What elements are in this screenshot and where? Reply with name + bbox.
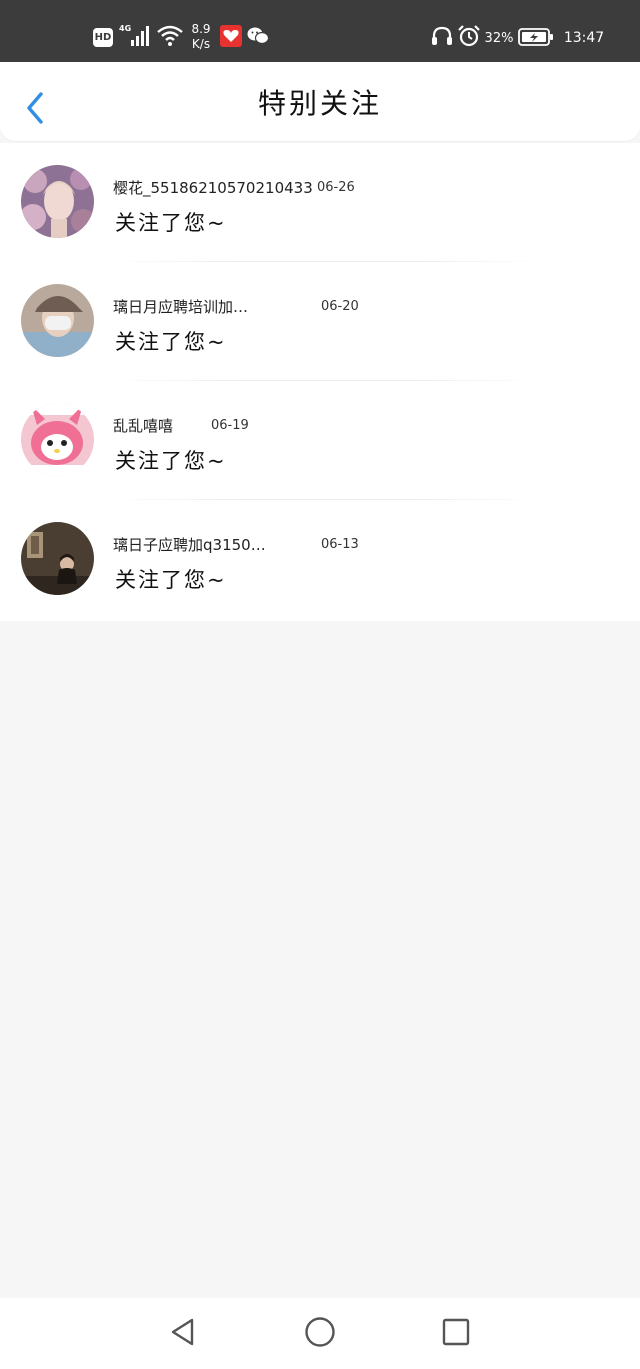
list-item-message: 关注了您~ — [115, 449, 227, 473]
chevron-left-icon — [27, 92, 43, 124]
list-item-message: 关注了您~ — [115, 211, 227, 235]
avatar[interactable] — [21, 522, 94, 595]
wifi-icon — [157, 25, 183, 47]
nav-home-button[interactable] — [303, 1315, 337, 1349]
back-button[interactable] — [20, 90, 50, 126]
list-item-message: 关注了您~ — [115, 330, 227, 354]
list-item-name: 璃日子应聘加q3150… — [113, 536, 266, 554]
list-item-date: 06-13 — [321, 537, 359, 552]
list-item-name: 乱乱嘻嘻 — [113, 417, 174, 435]
battery-percent: 32% — [484, 30, 514, 46]
wechat-icon — [247, 26, 269, 46]
nav-back-button[interactable] — [166, 1315, 200, 1349]
network-speed: 8.9 K/s — [187, 20, 215, 54]
list-item-name: 樱花_55186210570210433 — [113, 179, 313, 197]
speed-unit: K/s — [191, 37, 211, 51]
special-follow-list: 樱花_55186210570210433 06-26 关注了您~ 璃日月应聘培训… — [0, 143, 640, 621]
list-item-date: 06-19 — [211, 418, 249, 433]
network-type: 4G — [119, 24, 132, 33]
speed-value: 8.9 — [191, 22, 211, 36]
nav-recents-button[interactable] — [439, 1315, 473, 1349]
clock: 13:47 — [563, 30, 605, 46]
battery-icon — [518, 28, 554, 46]
list-item-date: 06-20 — [321, 299, 359, 314]
signal-4g-icon: 4G — [119, 24, 151, 48]
status-bar: HD 4G 8.9 K/s 32% 13:47 — [0, 0, 640, 62]
list-item-message: 关注了您~ — [115, 568, 227, 592]
header: 特别关注 — [0, 62, 640, 142]
avatar[interactable] — [21, 403, 94, 476]
page-title: 特别关注 — [257, 87, 382, 120]
back-triangle-icon — [171, 1318, 194, 1346]
list-item-name: 璃日月应聘培训加… — [113, 298, 249, 316]
recents-square-icon — [442, 1318, 470, 1346]
alarm-icon — [457, 24, 481, 48]
hd-badge: HD — [93, 28, 113, 47]
system-navigation-bar — [0, 1298, 640, 1369]
list-item[interactable]: 樱花_55186210570210433 06-26 关注了您~ — [0, 143, 640, 262]
list-item[interactable]: 璃日月应聘培训加… 06-20 关注了您~ — [0, 262, 640, 381]
headphone-icon — [431, 26, 453, 46]
list-item[interactable]: 乱乱嘻嘻 06-19 关注了您~ — [0, 381, 640, 500]
home-circle-icon — [305, 1317, 335, 1347]
app-notification-icon — [220, 25, 242, 47]
list-item-date: 06-26 — [317, 180, 355, 195]
avatar[interactable] — [21, 165, 94, 238]
list-item[interactable]: 璃日子应聘加q3150… 06-13 关注了您~ — [0, 500, 640, 619]
avatar[interactable] — [21, 284, 94, 357]
